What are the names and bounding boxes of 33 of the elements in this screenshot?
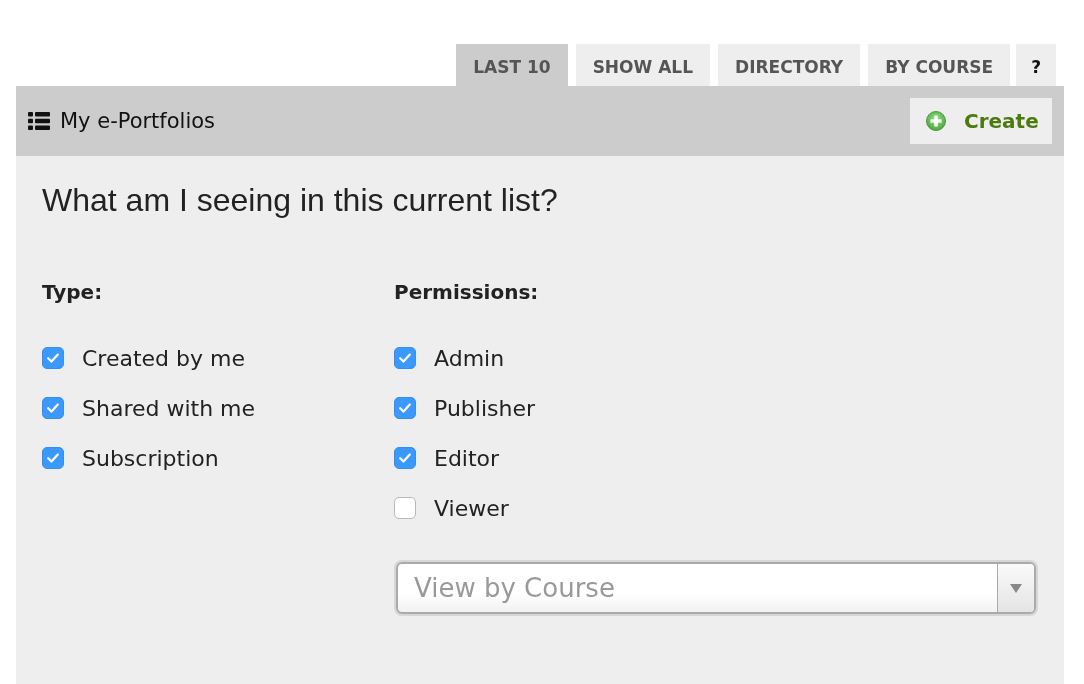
checkbox[interactable]: [394, 447, 416, 469]
checkbox-label[interactable]: Admin: [434, 345, 505, 371]
checkbox[interactable]: [394, 347, 416, 369]
checkbox[interactable]: [394, 397, 416, 419]
create-button[interactable]: Create: [910, 98, 1052, 144]
checkbox[interactable]: [42, 397, 64, 419]
group-title: Permissions:: [394, 280, 539, 304]
list-icon: [28, 112, 50, 130]
plus-circle-icon: [926, 111, 946, 131]
checkmark-icon: [399, 403, 411, 413]
checkbox[interactable]: [394, 497, 416, 519]
checkbox-label[interactable]: Viewer: [434, 495, 509, 521]
group-title: Type:: [42, 280, 103, 304]
checkmark-icon: [47, 453, 59, 463]
checkmark-icon: [399, 353, 411, 363]
tab[interactable]: ?: [1016, 44, 1056, 86]
panel-heading: What am I seeing in this current list?: [42, 181, 559, 220]
checkmark-icon: [399, 453, 411, 463]
tab[interactable]: LAST 10: [456, 44, 568, 86]
checkbox-label[interactable]: Subscription: [82, 445, 219, 471]
checkbox-label[interactable]: Created by me: [82, 345, 245, 371]
checkbox-label[interactable]: Shared with me: [82, 395, 256, 421]
checkbox-label[interactable]: Editor: [434, 445, 500, 471]
checkbox-label[interactable]: Publisher: [434, 395, 535, 421]
checkmark-icon: [47, 353, 59, 363]
checkbox[interactable]: [42, 347, 64, 369]
tab[interactable]: SHOW ALL: [575, 44, 711, 86]
tab[interactable]: DIRECTORY: [718, 44, 861, 86]
caret-icon: [1010, 583, 1022, 593]
checkmark-icon: [47, 403, 59, 413]
panel-title: My e-Portfolios: [60, 109, 216, 133]
checkbox[interactable]: [42, 447, 64, 469]
tab[interactable]: BY COURSE: [868, 44, 1011, 86]
